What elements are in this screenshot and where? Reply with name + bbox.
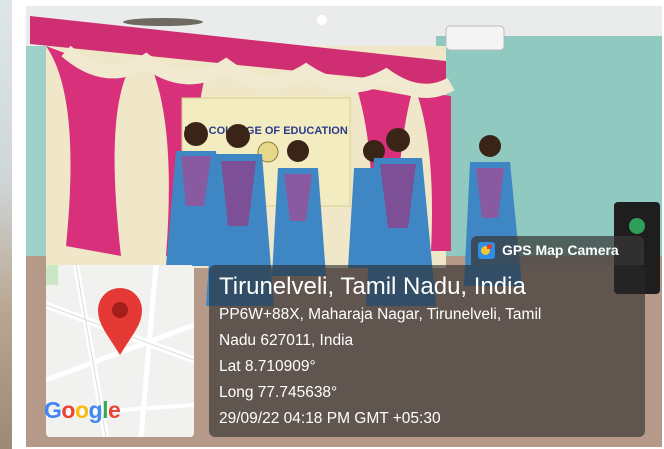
google-letter: e bbox=[107, 397, 121, 423]
ceiling-light bbox=[317, 15, 327, 25]
google-letter: G bbox=[44, 397, 62, 423]
latitude: Lat 8.710909° bbox=[219, 358, 316, 375]
badge-label: GPS Map Camera bbox=[502, 242, 619, 258]
address-line-1: PP6W+88X, Maharaja Nagar, Tirunelveli, T… bbox=[219, 306, 542, 323]
timestamp: 29/09/22 04:18 PM GMT +05:30 bbox=[219, 410, 441, 427]
ceiling-fan bbox=[123, 18, 203, 26]
location-info-panel: Tirunelveli, Tamil Nadu, India PP6W+88X,… bbox=[209, 265, 645, 437]
google-letter: o bbox=[61, 397, 75, 423]
map-camera-app-icon bbox=[478, 242, 495, 259]
location-title: Tirunelveli, Tamil Nadu, India bbox=[219, 273, 526, 300]
google-letter: o bbox=[74, 397, 89, 423]
projector bbox=[445, 25, 505, 51]
google-logo: Google bbox=[44, 397, 121, 429]
longitude: Long 77.745638° bbox=[219, 384, 338, 401]
adjacent-photo-edge bbox=[0, 0, 12, 449]
google-letter: g bbox=[88, 397, 103, 423]
speaker-led bbox=[629, 218, 645, 234]
gps-map-camera-badge: GPS Map Camera bbox=[471, 236, 644, 265]
address-line-2: Nadu 627011, India bbox=[219, 332, 354, 349]
banner-text: LIGI COLLEGE OF EDUCATION bbox=[184, 125, 348, 137]
